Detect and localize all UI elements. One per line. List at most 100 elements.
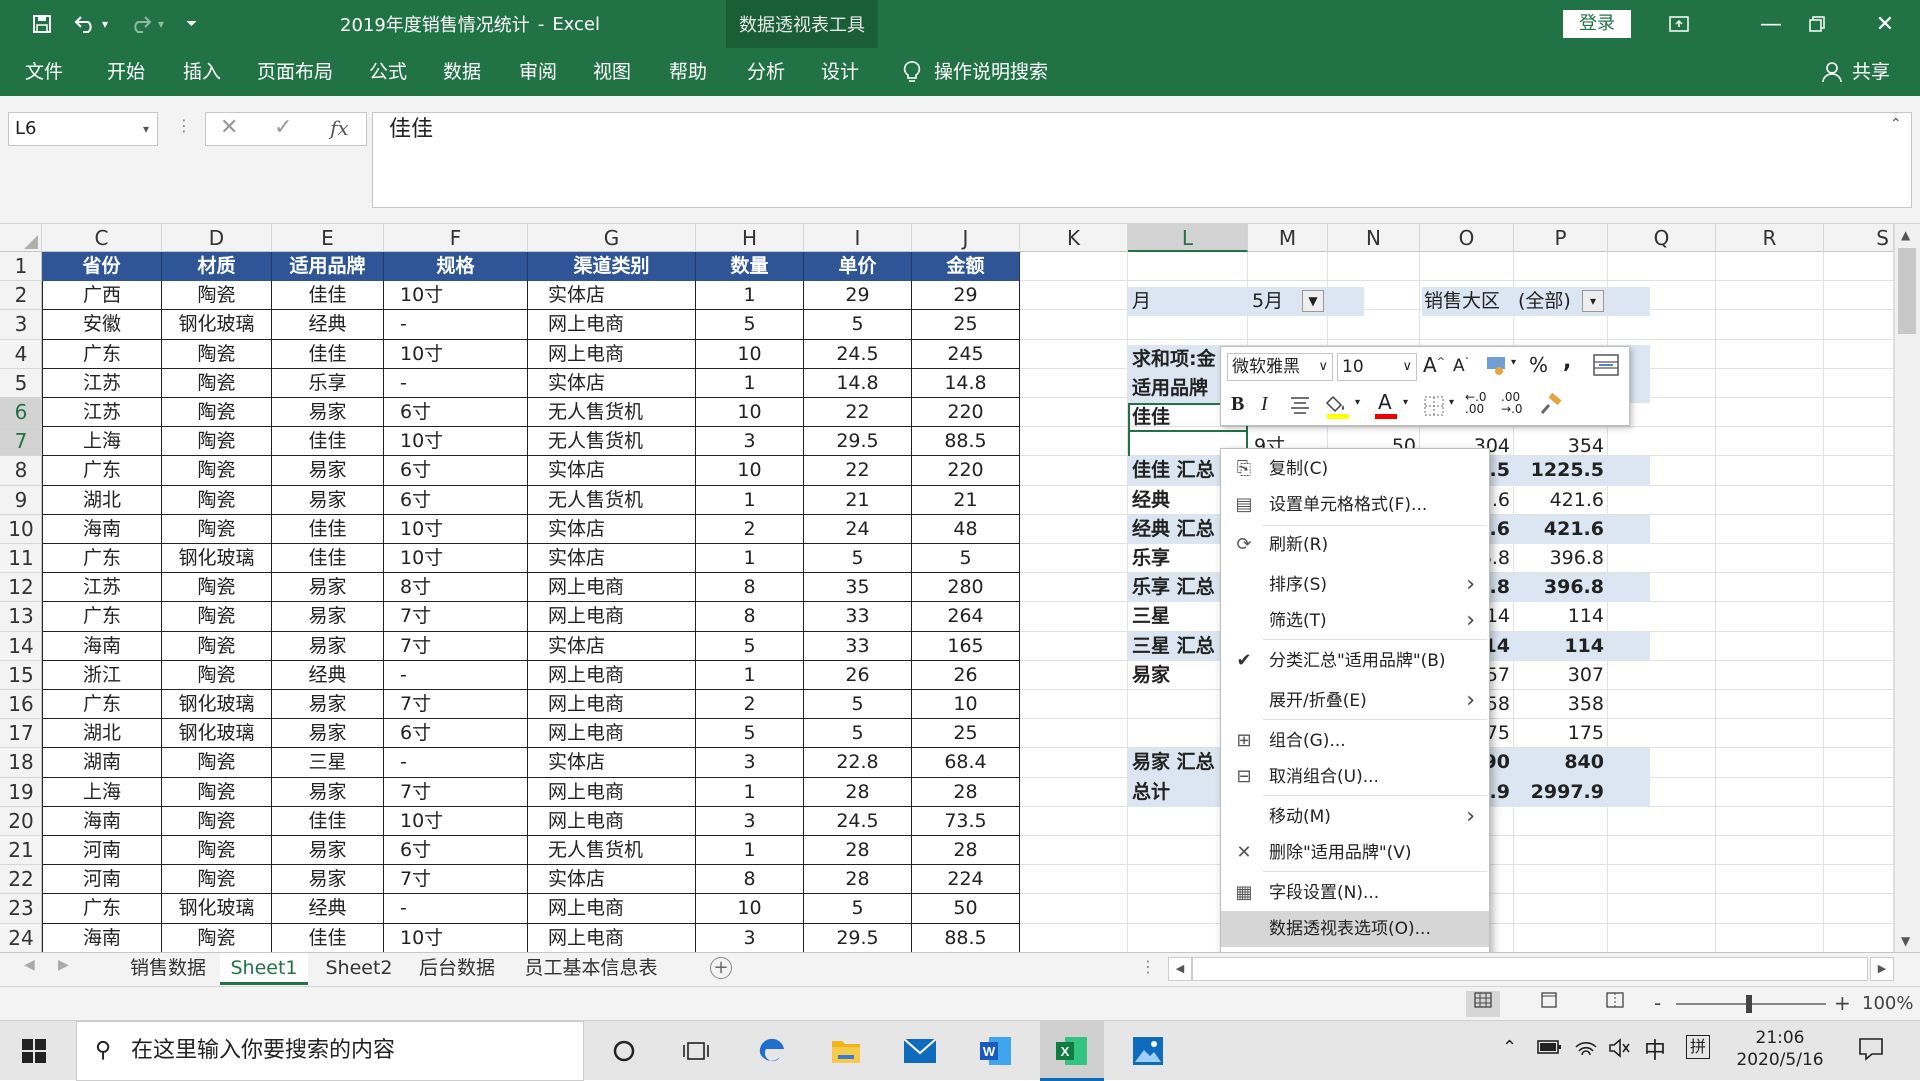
edge-icon[interactable]	[752, 1031, 792, 1071]
table-cell[interactable]: 165	[912, 632, 1020, 661]
comma-style-icon[interactable]: ,	[1563, 349, 1571, 374]
table-cell[interactable]: 佳佳	[272, 807, 384, 836]
table-cell[interactable]: 1	[696, 836, 804, 865]
table-cell[interactable]: 易家	[272, 778, 384, 807]
row-header-13[interactable]: 13	[0, 602, 42, 631]
row-header-16[interactable]: 16	[0, 690, 42, 719]
table-cell[interactable]: 易家	[272, 690, 384, 719]
volume-mute-icon[interactable]	[1608, 1037, 1632, 1059]
login-button[interactable]: 登录	[1563, 10, 1631, 38]
table-cell[interactable]: 7寸	[384, 632, 528, 661]
ime-pinyin-indicator[interactable]: 拼	[1686, 1035, 1710, 1059]
table-cell[interactable]: 陶瓷	[162, 340, 272, 369]
table-cell[interactable]: 陶瓷	[162, 778, 272, 807]
table-cell[interactable]: 广东	[42, 456, 162, 485]
table-cell[interactable]: 实体店	[528, 369, 696, 398]
undo-dropdown-icon[interactable]: ▾	[102, 0, 116, 48]
borders-dropdown-icon[interactable]: ▾	[1449, 397, 1454, 408]
pivot-cell-p[interactable]: 1225.5	[1514, 456, 1608, 485]
table-cell[interactable]: 网上电商	[528, 602, 696, 631]
table-cell[interactable]: 24.5	[804, 340, 912, 369]
decrease-font-icon[interactable]: Aˇ	[1453, 356, 1469, 376]
table-cell[interactable]: 网上电商	[528, 924, 696, 952]
row-header-18[interactable]: 18	[0, 748, 42, 777]
table-cell[interactable]: 陶瓷	[162, 281, 272, 310]
table-cell[interactable]: 6寸	[384, 836, 528, 865]
table-cell[interactable]: 网上电商	[528, 340, 696, 369]
table-cell[interactable]: 钢化玻璃	[162, 894, 272, 923]
table-cell[interactable]: 广东	[42, 602, 162, 631]
row-header-5[interactable]: 5	[0, 369, 42, 398]
table-cell[interactable]: 10寸	[384, 544, 528, 573]
table-cell[interactable]: 73.5	[912, 807, 1020, 836]
col-header-S[interactable]: S	[1824, 224, 1894, 252]
table-cell[interactable]: 5	[804, 544, 912, 573]
context-menu-item[interactable]: ⟳刷新(R)	[1221, 527, 1489, 563]
table-cell[interactable]: 佳佳	[272, 427, 384, 456]
tab-home[interactable]: 开始	[94, 48, 158, 96]
row-header-14[interactable]: 14	[0, 632, 42, 661]
table-cell[interactable]: 5	[696, 310, 804, 339]
table-cell[interactable]: 易家	[272, 602, 384, 631]
table-cell[interactable]: 海南	[42, 807, 162, 836]
table-cell[interactable]: 24.5	[804, 807, 912, 836]
table-cell[interactable]: 实体店	[528, 281, 696, 310]
col-header-P[interactable]: P	[1514, 224, 1608, 252]
row-header-24[interactable]: 24	[0, 924, 42, 953]
windows-start-icon[interactable]	[22, 1039, 48, 1065]
table-cell[interactable]: 陶瓷	[162, 748, 272, 777]
row-header-9[interactable]: 9	[0, 486, 42, 515]
row-header-12[interactable]: 12	[0, 573, 42, 602]
font-size-dropdown-icon[interactable]: ∨	[1402, 354, 1412, 380]
table-cell[interactable]: 网上电商	[528, 719, 696, 748]
table-cell[interactable]: 佳佳	[272, 281, 384, 310]
select-all-corner[interactable]	[0, 224, 42, 252]
table-cell[interactable]: 江苏	[42, 573, 162, 602]
table-cell[interactable]: 江苏	[42, 398, 162, 427]
enter-check-icon[interactable]: ✓	[274, 115, 292, 140]
tab-splitter-icon[interactable]: ⋮	[1140, 957, 1156, 976]
table-cell[interactable]: 乐享	[272, 369, 384, 398]
table-cell[interactable]: 陶瓷	[162, 486, 272, 515]
sheet-tab-employee-info[interactable]: 员工基本信息表	[508, 953, 674, 985]
row-header-22[interactable]: 22	[0, 865, 42, 894]
table-cell[interactable]: 1	[696, 778, 804, 807]
table-cell[interactable]: 29	[912, 281, 1020, 310]
table-cell[interactable]: 陶瓷	[162, 661, 272, 690]
pivot-cell-p[interactable]: 358	[1514, 690, 1608, 719]
table-cell[interactable]: 280	[912, 573, 1020, 602]
table-cell[interactable]: 6寸	[384, 456, 528, 485]
format-pivot-icon[interactable]	[1593, 353, 1621, 379]
table-cell[interactable]: 易家	[272, 719, 384, 748]
table-cell[interactable]: 68.4	[912, 748, 1020, 777]
table-cell[interactable]: 无人售货机	[528, 836, 696, 865]
table-cell[interactable]: 上海	[42, 778, 162, 807]
table-cell[interactable]: 网上电商	[528, 807, 696, 836]
table-cell[interactable]: -	[384, 661, 528, 690]
table-cell[interactable]: -	[384, 748, 528, 777]
table-cell[interactable]: 钢化玻璃	[162, 310, 272, 339]
table-cell[interactable]: 广东	[42, 690, 162, 719]
table-cell[interactable]: 5	[804, 690, 912, 719]
table-cell[interactable]: 上海	[42, 427, 162, 456]
borders-icon[interactable]	[1423, 395, 1445, 417]
table-cell[interactable]: 河南	[42, 836, 162, 865]
row-header-17[interactable]: 17	[0, 719, 42, 748]
font-name-dropdown-icon[interactable]: ∨	[1318, 354, 1328, 380]
font-size-box[interactable]: 10 ∨	[1337, 353, 1417, 381]
table-cell[interactable]: 21	[804, 486, 912, 515]
table-cell[interactable]: 26	[912, 661, 1020, 690]
zoom-slider-thumb[interactable]	[1746, 995, 1752, 1013]
table-cell[interactable]: 22	[804, 456, 912, 485]
table-cell[interactable]: 网上电商	[528, 894, 696, 923]
table-cell[interactable]: 8	[696, 573, 804, 602]
vertical-scroll-thumb[interactable]	[1898, 248, 1916, 334]
normal-view-icon[interactable]	[1466, 991, 1500, 1017]
tab-analyze[interactable]: 分析	[734, 48, 798, 96]
table-cell[interactable]: 安徽	[42, 310, 162, 339]
table-cell[interactable]: 224	[912, 865, 1020, 894]
tab-data[interactable]: 数据	[430, 48, 494, 96]
pivot-cell-p[interactable]: 114	[1514, 632, 1608, 661]
table-cell[interactable]: 网上电商	[528, 573, 696, 602]
table-cell[interactable]: 3	[696, 924, 804, 952]
